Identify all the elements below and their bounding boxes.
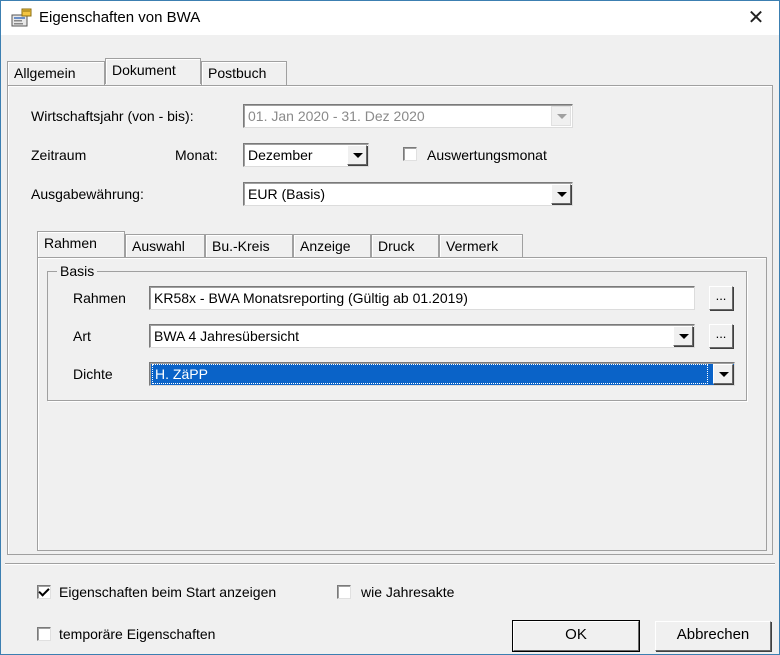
tab-label: Dokument xyxy=(112,62,176,78)
properties-dialog: Eigenschaften von BWA ✕ Allgemein Dokume… xyxy=(0,0,780,655)
temporary-label: temporäre Eigenschaften xyxy=(59,626,216,642)
art-label: Art xyxy=(73,328,91,344)
tab-label: Postbuch xyxy=(208,65,267,81)
fiscal-year-value: 01. Jan 2020 - 31. Dez 2020 xyxy=(248,108,425,124)
subtab-label: Vermerk xyxy=(446,238,499,254)
rahmen-field[interactable]: KR58x - BWA Monatsreporting (Gültig ab 0… xyxy=(149,286,695,310)
subtab-druck[interactable]: Druck xyxy=(371,234,439,258)
dichte-label: Dichte xyxy=(73,366,113,382)
tab-allgemein[interactable]: Allgemein xyxy=(7,61,105,85)
subtab-label: Rahmen xyxy=(44,235,97,251)
subtab-label: Bu.-Kreis xyxy=(212,238,270,254)
currency-value: EUR (Basis) xyxy=(248,186,326,202)
currency-label: Ausgabewährung: xyxy=(31,186,144,202)
chevron-down-icon[interactable] xyxy=(673,326,693,346)
ok-button[interactable]: OK xyxy=(512,620,640,652)
show-on-start-checkbox[interactable] xyxy=(37,585,51,599)
art-select[interactable]: BWA 4 Jahresübersicht xyxy=(149,324,695,348)
month-value: Dezember xyxy=(248,147,313,163)
dichte-select[interactable]: H. ZäPP xyxy=(149,362,735,386)
like-annual-checkbox[interactable] xyxy=(337,585,351,599)
month-select[interactable]: Dezember xyxy=(243,143,369,167)
basis-group-title: Basis xyxy=(57,263,98,279)
subtab-vermerk[interactable]: Vermerk xyxy=(439,234,523,258)
rahmen-label: Rahmen xyxy=(73,290,126,306)
like-annual-label: wie Jahresakte xyxy=(361,584,455,600)
eval-month-label: Auswertungsmonat xyxy=(427,147,547,163)
subtab-label: Auswahl xyxy=(132,238,185,254)
tab-postbuch[interactable]: Postbuch xyxy=(201,61,287,85)
fiscal-year-label: Wirtschaftsjahr (von - bis): xyxy=(31,108,194,124)
subtab-rahmen[interactable]: Rahmen xyxy=(37,231,125,257)
footer-separator xyxy=(5,563,775,565)
fiscal-year-select: 01. Jan 2020 - 31. Dez 2020 xyxy=(243,104,573,128)
close-icon: ✕ xyxy=(747,7,765,29)
chevron-down-icon[interactable] xyxy=(713,364,733,384)
art-browse-button[interactable]: ... xyxy=(709,324,733,348)
month-label: Monat: xyxy=(175,147,218,163)
chevron-down-icon xyxy=(551,106,571,126)
dichte-value: H. ZäPP xyxy=(152,364,708,384)
subtab-anzeige[interactable]: Anzeige xyxy=(293,234,371,258)
window-title: Eigenschaften von BWA xyxy=(39,9,201,26)
eval-month-checkbox[interactable] xyxy=(403,147,417,161)
cancel-button[interactable]: Abbrechen xyxy=(655,621,771,651)
rahmen-browse-button[interactable]: ... xyxy=(709,286,733,310)
properties-icon xyxy=(11,8,32,27)
chevron-down-icon[interactable] xyxy=(347,145,367,165)
art-value: BWA 4 Jahresübersicht xyxy=(154,328,299,344)
period-label: Zeitraum xyxy=(31,147,87,163)
tab-dokument[interactable]: Dokument xyxy=(105,58,201,84)
chevron-down-icon[interactable] xyxy=(551,184,571,204)
subtab-bu-kreis[interactable]: Bu.-Kreis xyxy=(205,234,293,258)
currency-select[interactable]: EUR (Basis) xyxy=(243,182,573,206)
show-on-start-label: Eigenschaften beim Start anzeigen xyxy=(59,584,277,600)
temporary-checkbox[interactable] xyxy=(37,627,51,641)
subtab-label: Anzeige xyxy=(300,238,351,254)
subtab-label: Druck xyxy=(378,238,415,254)
tab-label: Allgemein xyxy=(14,65,76,81)
close-button[interactable]: ✕ xyxy=(733,1,779,35)
subtab-auswahl[interactable]: Auswahl xyxy=(125,234,205,258)
title-bar: Eigenschaften von BWA ✕ xyxy=(1,1,779,35)
